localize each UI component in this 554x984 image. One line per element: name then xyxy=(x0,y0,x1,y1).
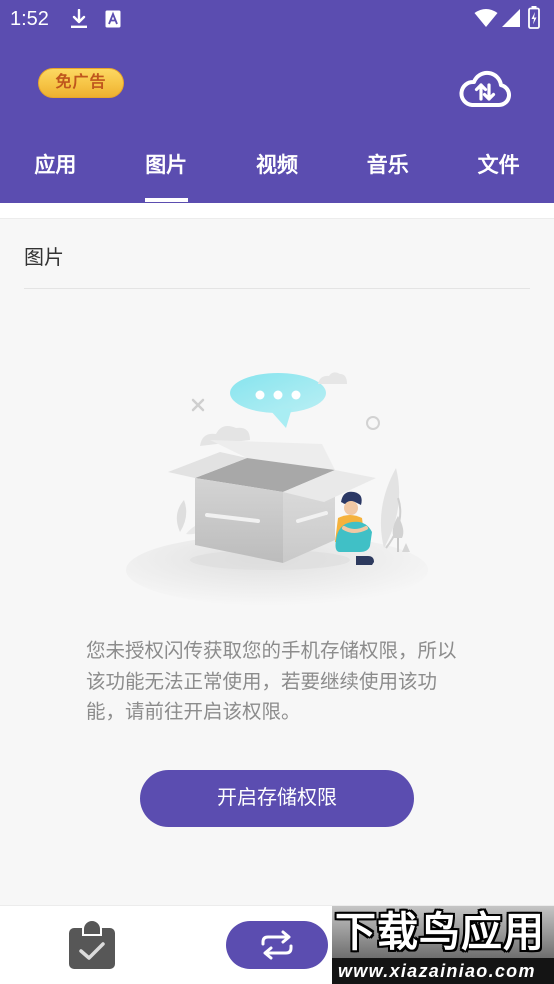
tab-active-indicator xyxy=(144,198,188,202)
swap-arrows-icon xyxy=(261,930,293,960)
permission-message: 您未授权闪传获取您的手机存储权限，所以 该功能无法正常使用，若要继续使用该功 能… xyxy=(86,636,486,728)
top-app-bar: 1:52 免广告 应用 图片 视频 音乐 文件 xyxy=(0,0,554,203)
cloud-sync-icon[interactable] xyxy=(458,64,512,110)
status-time: 1:52 xyxy=(10,8,49,30)
signal-icon xyxy=(502,9,520,27)
tab-label: 音乐 xyxy=(366,154,409,177)
tab-apps[interactable]: 应用 xyxy=(0,135,111,203)
permission-message-line: 能，请前往开启该权限。 xyxy=(86,701,301,723)
section-title: 图片 xyxy=(24,247,64,269)
permission-message-line: 该功能无法正常使用，若要继续使用该功 xyxy=(86,670,438,693)
status-bar: 1:52 xyxy=(0,0,554,38)
watermark-logo: 下载鸟应用 www.xiazainiao.com xyxy=(332,906,554,984)
tab-label: 图片 xyxy=(145,154,188,177)
font-a-icon xyxy=(105,10,121,28)
watermark-url: www.xiazainiao.com xyxy=(338,961,536,981)
watermark-band: www.xiazainiao.com xyxy=(332,958,554,984)
download-icon xyxy=(71,9,87,28)
wifi-icon xyxy=(474,9,498,27)
transfer-button[interactable] xyxy=(226,921,328,969)
watermark-title: 下载鸟应用 xyxy=(335,909,545,955)
tab-music[interactable]: 音乐 xyxy=(332,135,443,203)
enable-storage-permission-button[interactable]: 开启存储权限 xyxy=(140,770,414,827)
ad-free-badge[interactable]: 免广告 xyxy=(38,68,124,98)
app-screen: 1:52 免广告 应用 图片 视频 音乐 文件 图片 您未授权闪传获取您的手机存… xyxy=(0,0,554,984)
tab-label: 文件 xyxy=(477,154,520,177)
battery-charging-icon xyxy=(528,6,540,29)
tab-label: 视频 xyxy=(255,154,298,177)
clipboard-check-icon[interactable] xyxy=(66,920,118,970)
permission-message-line: 您未授权闪传获取您的手机存储权限，所以 xyxy=(86,640,457,662)
tab-videos[interactable]: 视频 xyxy=(222,135,333,203)
category-tabs: 应用 图片 视频 音乐 文件 xyxy=(0,135,554,203)
tab-images[interactable]: 图片 xyxy=(111,135,222,203)
tab-files[interactable]: 文件 xyxy=(443,135,554,203)
tab-label: 应用 xyxy=(34,154,77,177)
open-box-person-illustration xyxy=(126,372,428,606)
content-top-strip xyxy=(0,203,554,219)
section-divider xyxy=(24,288,530,289)
